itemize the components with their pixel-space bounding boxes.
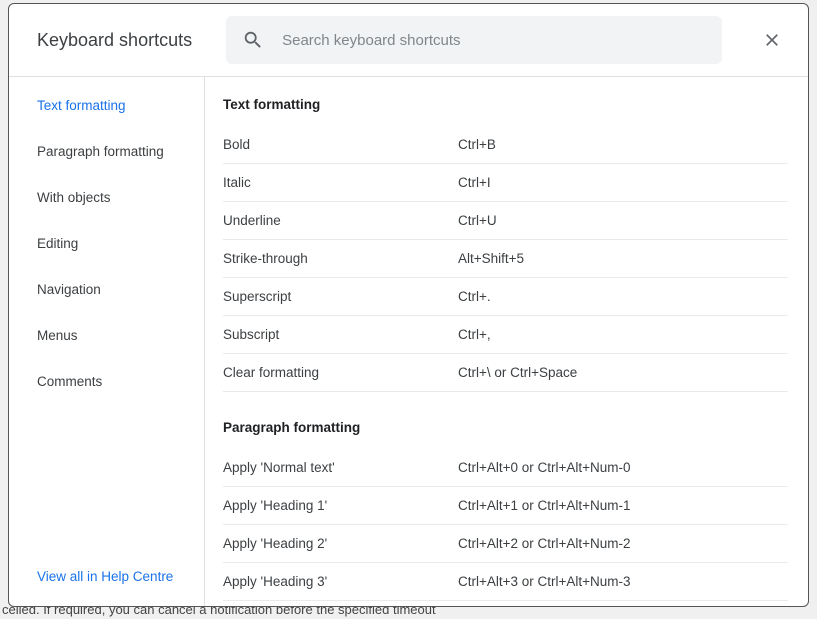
shortcut-keys: Ctrl+. <box>458 289 788 304</box>
search-input[interactable] <box>282 32 706 49</box>
sidebar: Text formattingParagraph formattingWith … <box>9 77 205 606</box>
shortcut-keys: Ctrl+B <box>458 137 788 152</box>
shortcut-name: Apply 'Heading 1' <box>223 498 458 513</box>
sidebar-item-editing[interactable]: Editing <box>9 221 204 267</box>
shortcut-row: Apply 'Heading 3'Ctrl+Alt+3 or Ctrl+Alt+… <box>223 563 788 601</box>
shortcut-keys: Ctrl+Alt+3 or Ctrl+Alt+Num-3 <box>458 574 788 589</box>
shortcut-row: UnderlineCtrl+U <box>223 202 788 240</box>
shortcut-keys: Ctrl+I <box>458 175 788 190</box>
help-centre-link[interactable]: View all in Help Centre <box>37 569 173 584</box>
sidebar-item-comments[interactable]: Comments <box>9 359 204 405</box>
search-icon <box>242 29 264 51</box>
section-paragraph-formatting: Paragraph formattingApply 'Normal text'C… <box>223 420 788 601</box>
shortcut-row: SuperscriptCtrl+. <box>223 278 788 316</box>
shortcut-name: Apply 'Normal text' <box>223 460 458 475</box>
search-container[interactable] <box>226 16 722 64</box>
shortcut-row: ItalicCtrl+I <box>223 164 788 202</box>
sidebar-item-text-formatting[interactable]: Text formatting <box>9 83 204 129</box>
shortcut-row: Strike-throughAlt+Shift+5 <box>223 240 788 278</box>
dialog-header: Keyboard shortcuts <box>9 4 808 76</box>
shortcut-name: Superscript <box>223 289 458 304</box>
keyboard-shortcuts-dialog: Keyboard shortcuts Text formattingParagr… <box>8 3 809 607</box>
shortcut-name: Underline <box>223 213 458 228</box>
close-button[interactable] <box>756 24 788 56</box>
shortcut-row: Apply 'Heading 1'Ctrl+Alt+1 or Ctrl+Alt+… <box>223 487 788 525</box>
shortcut-row: BoldCtrl+B <box>223 126 788 164</box>
shortcut-name: Clear formatting <box>223 365 458 380</box>
shortcut-keys: Alt+Shift+5 <box>458 251 788 266</box>
shortcut-row: Apply 'Heading 2'Ctrl+Alt+2 or Ctrl+Alt+… <box>223 525 788 563</box>
shortcut-name: Italic <box>223 175 458 190</box>
close-icon <box>762 30 782 50</box>
sidebar-item-navigation[interactable]: Navigation <box>9 267 204 313</box>
shortcut-keys: Ctrl+\ or Ctrl+Space <box>458 365 788 380</box>
content-area[interactable]: Text formattingBoldCtrl+BItalicCtrl+IUnd… <box>205 77 808 606</box>
sidebar-footer: View all in Help Centre <box>9 550 204 606</box>
shortcut-row: SubscriptCtrl+, <box>223 316 788 354</box>
shortcut-keys: Ctrl+Alt+2 or Ctrl+Alt+Num-2 <box>458 536 788 551</box>
shortcut-name: Apply 'Heading 2' <box>223 536 458 551</box>
section-title: Paragraph formatting <box>223 420 788 435</box>
sidebar-item-paragraph-formatting[interactable]: Paragraph formatting <box>9 129 204 175</box>
shortcut-name: Strike-through <box>223 251 458 266</box>
sidebar-item-menus[interactable]: Menus <box>9 313 204 359</box>
section-text-formatting: Text formattingBoldCtrl+BItalicCtrl+IUnd… <box>223 97 788 392</box>
section-title: Text formatting <box>223 97 788 112</box>
shortcut-name: Bold <box>223 137 458 152</box>
shortcut-name: Subscript <box>223 327 458 342</box>
shortcut-name: Apply 'Heading 3' <box>223 574 458 589</box>
shortcut-keys: Ctrl+Alt+1 or Ctrl+Alt+Num-1 <box>458 498 788 513</box>
shortcut-row: Clear formattingCtrl+\ or Ctrl+Space <box>223 354 788 392</box>
shortcut-keys: Ctrl+, <box>458 327 788 342</box>
dialog-title: Keyboard shortcuts <box>37 30 192 51</box>
shortcut-keys: Ctrl+Alt+0 or Ctrl+Alt+Num-0 <box>458 460 788 475</box>
sidebar-nav: Text formattingParagraph formattingWith … <box>9 77 204 550</box>
shortcut-keys: Ctrl+U <box>458 213 788 228</box>
shortcut-row: Apply 'Normal text'Ctrl+Alt+0 or Ctrl+Al… <box>223 449 788 487</box>
sidebar-item-with-objects[interactable]: With objects <box>9 175 204 221</box>
dialog-body: Text formattingParagraph formattingWith … <box>9 76 808 606</box>
